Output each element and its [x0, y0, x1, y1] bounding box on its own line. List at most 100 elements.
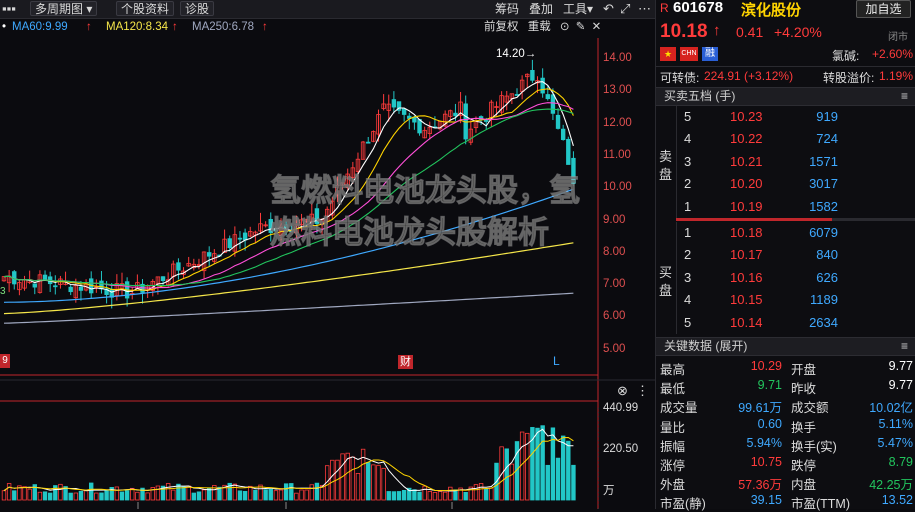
keydata-label: 内盘: [791, 478, 817, 493]
adjust-button[interactable]: 前复权: [484, 21, 519, 33]
volume-bar: [104, 490, 109, 501]
candle-body: [42, 274, 48, 281]
volume-bar: [437, 491, 443, 501]
watermark-line2: 燃料电池龙头股解析: [270, 215, 550, 252]
sell-order-row[interactable]: 2 10.20 3017: [656, 176, 915, 194]
chart-subtools: 前复权 重载 ⊙ ✎ ✕: [484, 19, 601, 35]
dots-menu-icon[interactable]: ▪▪▪: [2, 0, 16, 18]
volume-bar: [545, 464, 550, 501]
keydata-label: 外盘: [660, 478, 686, 493]
keydata-value: 10.29: [750, 359, 782, 373]
volume-bar: [263, 489, 268, 501]
more-icon[interactable]: ⋯: [638, 0, 651, 18]
stock-info-button[interactable]: 个股资料: [116, 1, 175, 16]
sell-order-row[interactable]: 1 10.19 1582: [656, 199, 915, 217]
keydata-label: 换手(实): [791, 439, 837, 454]
keydata-label: 开盘: [791, 363, 817, 377]
grid-dot: [598, 476, 599, 477]
buy-order-row[interactable]: 2 10.17 840: [656, 247, 915, 265]
ma-legend-prefix: •: [2, 21, 7, 33]
buy-order-row[interactable]: 4 10.15 1189: [656, 292, 915, 310]
keydata-label: 量比: [660, 420, 686, 435]
sector-label[interactable]: 氯碱:: [832, 47, 859, 64]
orderbook-header[interactable]: 买卖五档 (手) ≡: [656, 87, 915, 106]
up-arrow-icon: ↑: [713, 22, 721, 39]
buy-volume: 1189: [810, 292, 838, 308]
volume-bar: [191, 492, 197, 501]
last-price: 10.18: [660, 21, 708, 42]
add-watchlist-button[interactable]: 加自选: [856, 0, 911, 18]
grid-dot: [598, 432, 599, 433]
sell-order-row[interactable]: 3 10.21 1571: [656, 154, 915, 172]
volume-bar: [6, 483, 12, 501]
keydata-menu-icon[interactable]: ≡: [901, 338, 908, 355]
candle-body: [242, 232, 248, 241]
buy-order-row[interactable]: 1 10.18 6079: [656, 225, 915, 243]
orderbook-menu-icon[interactable]: ≡: [901, 88, 908, 105]
period-button[interactable]: 多周期图 ▾: [30, 1, 98, 16]
volume-menu-icon[interactable]: ⋮: [636, 383, 649, 399]
zoom-icon[interactable]: ⊙: [560, 21, 570, 33]
volume-bar: [453, 489, 458, 501]
keydata-label: 市盈(TTM): [791, 497, 851, 512]
candle-body: [227, 238, 232, 249]
keydata-value: 8.79: [888, 455, 913, 469]
event-badge-left[interactable]: 9: [0, 354, 10, 368]
sell-volume: 1571: [809, 153, 838, 169]
settings-icon[interactable]: ✎: [576, 21, 586, 33]
ma250-arrow: ↑: [262, 21, 268, 33]
diagnosis-button[interactable]: 诊股: [180, 1, 215, 16]
convertible-value[interactable]: 224.91 (+3.12%): [704, 69, 793, 83]
event-badge-finance[interactable]: 财: [398, 355, 413, 369]
keydata-label: 成交额: [791, 401, 829, 416]
volume-bar: [155, 485, 161, 501]
ma60-arrow: ↑: [86, 21, 92, 33]
grid-dot: [598, 500, 599, 501]
price-row: 10.18 ↑ 0.41 +4.20% 闭市: [656, 21, 915, 43]
volume-bar: [504, 448, 509, 501]
candle-body: [484, 120, 489, 122]
buy-price: 10.16: [730, 269, 763, 285]
expand-icon[interactable]: ⤢: [620, 0, 630, 18]
grid-dot: [598, 468, 599, 469]
volume-close-icon[interactable]: ⊗: [617, 383, 628, 399]
sell-order-row[interactable]: 4 10.22 724: [656, 131, 915, 149]
chart-toolbar: ▪▪▪ 多周期图 ▾ 个股资料 诊股 筹码 叠加 工具▾ ↶ ⤢ ⋯: [0, 0, 655, 19]
candle-body: [417, 119, 422, 134]
event-badge-l[interactable]: L: [553, 354, 560, 368]
ma120-arrow: ↑: [172, 21, 178, 33]
sell-volume: 724: [816, 131, 838, 147]
buy-order-row[interactable]: 5 10.14 2634: [656, 315, 915, 333]
candle-body: [99, 280, 104, 290]
reload-button[interactable]: 重载: [528, 21, 551, 33]
back-icon[interactable]: ↶: [603, 0, 614, 18]
ma250-value: MA250:6.78: [192, 21, 255, 33]
volume-bar: [78, 490, 84, 501]
grid-dot: [598, 420, 599, 421]
candle-body: [453, 112, 458, 117]
candle-body: [540, 77, 545, 94]
overlay-button[interactable]: 叠加: [529, 1, 553, 17]
volume-bar: [22, 486, 27, 501]
volume-bar: [566, 440, 571, 501]
ma60-value: MA60:9.99: [12, 21, 68, 33]
keydata-header[interactable]: 关键数据 (展开) ≡: [656, 337, 915, 356]
volume-bar: [114, 486, 120, 501]
buy-level: 5: [684, 314, 692, 330]
volume-bar: [37, 491, 43, 501]
chips-button[interactable]: 筹码: [495, 1, 519, 17]
tools-button[interactable]: 工具▾: [563, 1, 593, 17]
volume-bar: [489, 487, 494, 501]
sector-pct: +2.60%: [871, 47, 913, 61]
kline-chart[interactable]: [0, 38, 655, 509]
volume-bar: [248, 485, 253, 501]
volume-bar: [381, 467, 386, 501]
grid-dot: [598, 452, 599, 453]
watermark-title: 氢燃料电池龙头股，氢 燃料电池龙头股解析: [270, 170, 650, 254]
buy-order-row[interactable]: 3 10.16 626: [656, 270, 915, 288]
close-icon[interactable]: ✕: [592, 21, 602, 33]
volume-bar: [58, 483, 63, 501]
buy-volume: 2634: [809, 314, 838, 330]
sell-order-row[interactable]: 5 10.23 919: [656, 109, 915, 127]
buy-volume: 840: [816, 247, 838, 263]
